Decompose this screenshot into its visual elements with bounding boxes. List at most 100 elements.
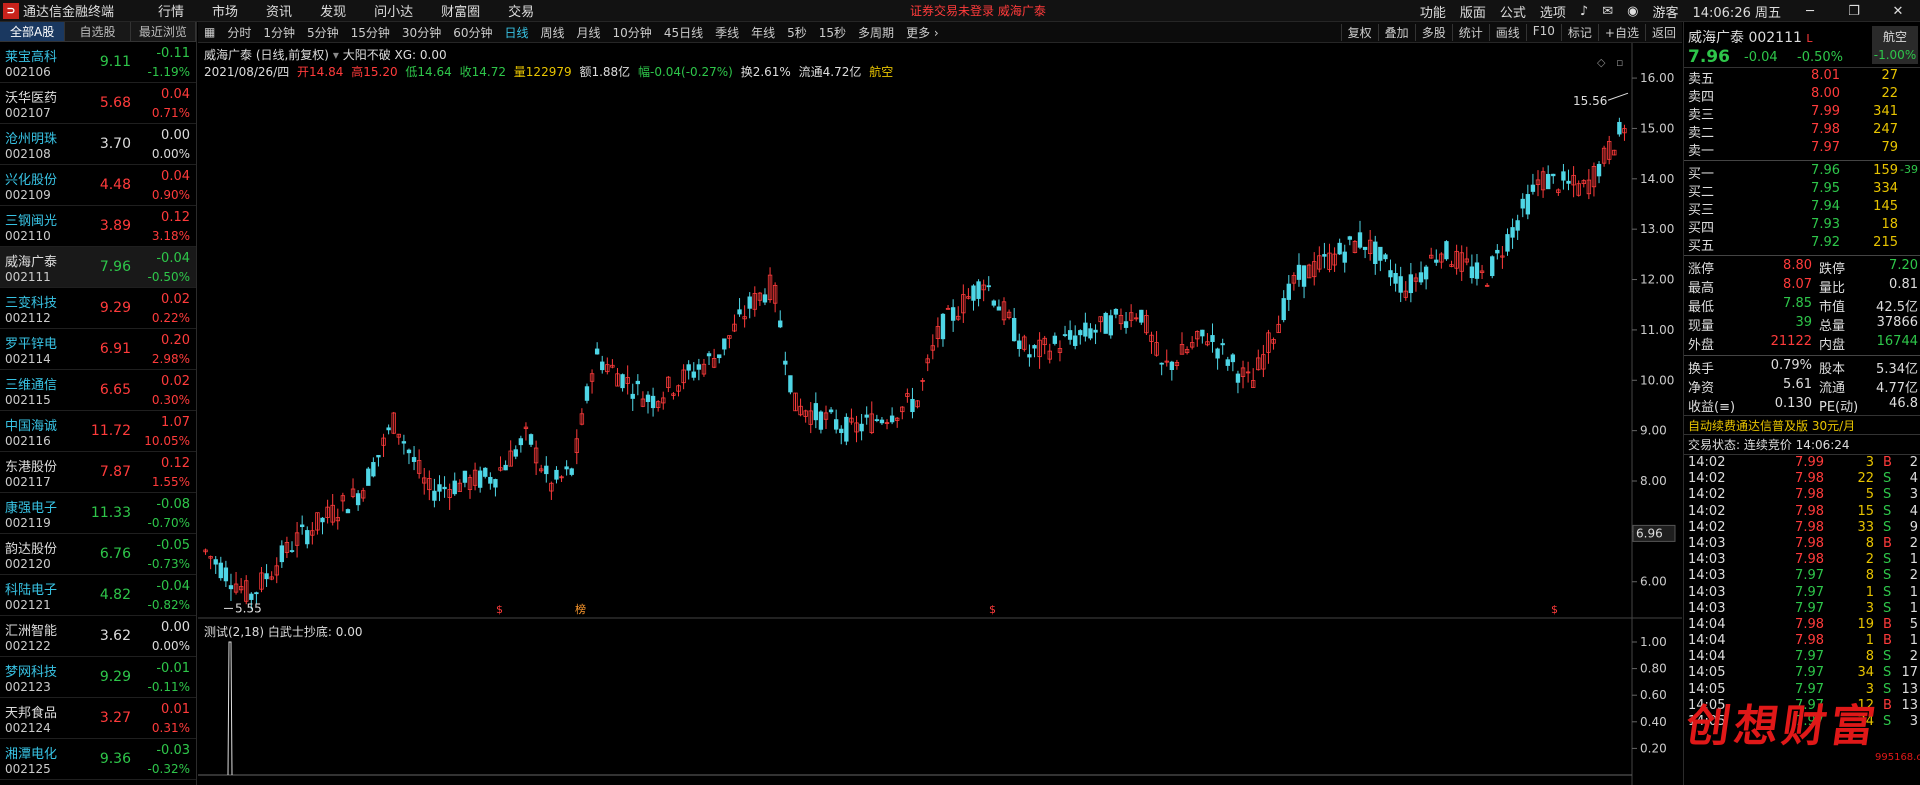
toolbar-btn-7[interactable]: +自选: [1597, 23, 1645, 41]
menu-ask[interactable]: 问小达: [374, 1, 413, 20]
period-6[interactable]: 日线: [498, 24, 534, 41]
stock-row[interactable]: 威海广泰 002111 7.96 -0.04 -0.50%: [0, 247, 196, 288]
period-9[interactable]: 10分钟: [607, 24, 658, 41]
menu-options[interactable]: 选项: [1540, 2, 1566, 21]
stock-change: -0.01: [156, 661, 190, 676]
tab-all-a-shares[interactable]: 全部A股: [0, 22, 66, 41]
stock-name: 梦网科技: [5, 665, 58, 680]
stock-name: 沃华医药: [5, 91, 58, 106]
guest-label[interactable]: 游客: [1652, 2, 1678, 21]
candle-body: [1052, 335, 1058, 344]
period-10[interactable]: 45日线: [658, 24, 709, 41]
bid-price: 7.96: [1811, 163, 1840, 178]
stock-row[interactable]: 天邦食品 002124 3.27 0.01 0.31%: [0, 698, 196, 739]
menu-wealth[interactable]: 财富圈: [441, 1, 480, 20]
ask-price: 7.98: [1811, 122, 1840, 137]
sub-y-tick-label: 0.40: [1640, 715, 1667, 729]
tab-recent[interactable]: 最近浏览: [130, 22, 196, 41]
stock-percent: 3.18%: [151, 229, 190, 243]
event-marker: $: [496, 603, 503, 616]
candle-body: [864, 414, 869, 418]
toolbar-btn-2[interactable]: 多股: [1414, 23, 1452, 41]
sector-tag[interactable]: 航空 -1.00%: [1872, 26, 1918, 64]
period-5[interactable]: 60分钟: [447, 24, 498, 41]
toolbar-btn-0[interactable]: 复权: [1340, 23, 1378, 41]
period-15[interactable]: 多周期: [852, 24, 900, 41]
minimize-icon[interactable]: ─: [1795, 4, 1825, 19]
stock-row[interactable]: 中国海诚 002116 11.72 1.07 10.05%: [0, 411, 196, 452]
menu-function[interactable]: 功能: [1420, 2, 1446, 21]
candle-body: [986, 285, 991, 288]
stat-label: 现量: [1688, 319, 1715, 334]
stock-row[interactable]: 韵达股份 002120 6.76 -0.05 -0.73%: [0, 534, 196, 575]
tick-price: 7.97: [1795, 584, 1824, 600]
candle-body: [483, 467, 488, 477]
stock-row[interactable]: 兴化股份 002109 4.48 0.04 0.90%: [0, 165, 196, 206]
close-icon[interactable]: ✕: [1883, 4, 1913, 19]
tab-watchlist[interactable]: 自选股: [65, 22, 131, 41]
stock-row[interactable]: 沃华医药 002107 5.68 0.04 0.71%: [0, 83, 196, 124]
period-2[interactable]: 5分钟: [301, 24, 345, 41]
candle-body: [1230, 354, 1236, 363]
stock-row[interactable]: 沧州明珠 002108 3.70 0.00 0.00%: [0, 124, 196, 165]
toolbar-btn-1[interactable]: 叠加: [1377, 23, 1415, 41]
tick-price: 7.98: [1795, 616, 1824, 632]
ad-banner[interactable]: 自动续费通达信普及版 30元/月: [1684, 415, 1920, 435]
candle-body: [1490, 256, 1495, 277]
period-14[interactable]: 15秒: [813, 24, 852, 41]
tick-count: 3: [1909, 487, 1918, 503]
bell-icon[interactable]: ♪: [1580, 4, 1588, 19]
toolbar-btn-3[interactable]: 统计: [1451, 23, 1489, 41]
stock-row[interactable]: 湘潭电化 002125 9.36 -0.03 -0.32%: [0, 739, 196, 780]
stock-row[interactable]: 三钢闽光 002110 3.89 0.12 3.18%: [0, 206, 196, 247]
period-13[interactable]: 5秒: [781, 24, 813, 41]
period-1[interactable]: 1分钟: [257, 24, 301, 41]
stock-row[interactable]: 三变科技 002112 9.29 0.02 0.22%: [0, 288, 196, 329]
stock-row[interactable]: 汇洲智能 002122 3.62 0.00 0.00%: [0, 616, 196, 657]
ask-label: 卖四: [1688, 90, 1715, 105]
y-tick-label: 12.00: [1640, 273, 1674, 287]
toolbar-btn-5[interactable]: F10: [1525, 23, 1561, 41]
tick-price: 7.98: [1795, 471, 1824, 487]
dropdown-icon[interactable]: ▾: [333, 48, 339, 62]
candle-body: [1393, 272, 1398, 284]
menu-trade[interactable]: 交易: [508, 1, 534, 20]
stock-row[interactable]: 梦网科技 002123 9.29 -0.01 -0.11%: [0, 657, 196, 698]
candle-body: [1108, 315, 1113, 336]
period-16[interactable]: 更多 ›: [900, 24, 945, 41]
stock-row[interactable]: 康强电子 002119 11.33 -0.08 -0.70%: [0, 493, 196, 534]
menu-layout[interactable]: 版面: [1460, 2, 1486, 21]
menu-quotes[interactable]: 行情: [158, 1, 184, 20]
period-7[interactable]: 周线: [535, 24, 571, 41]
menu-formula[interactable]: 公式: [1500, 2, 1526, 21]
menu-discover[interactable]: 发现: [320, 1, 346, 20]
maximize-icon[interactable]: ❐: [1839, 4, 1869, 19]
chart-panel: ▦ 分时 1分钟 5分钟 15分钟 30分钟 60分钟 日线 周线 月线 10分钟 45日线 季线 年线…: [198, 22, 1682, 785]
toolbar-btn-8[interactable]: 返回: [1644, 23, 1682, 41]
toolbar-btn-4[interactable]: 画线: [1488, 23, 1526, 41]
stock-row[interactable]: 三维通信 002115 6.65 0.02 0.30%: [0, 370, 196, 411]
stock-row[interactable]: 东港股份 002117 7.87 0.12 1.55%: [0, 452, 196, 493]
period-3[interactable]: 15分钟: [345, 24, 396, 41]
period-0[interactable]: 分时: [221, 24, 257, 41]
tick-volume: 8: [1865, 649, 1874, 665]
period-11[interactable]: 季线: [709, 24, 745, 41]
menu-market[interactable]: 市场: [212, 1, 238, 20]
user-icon[interactable]: ◉: [1627, 4, 1638, 19]
stock-row[interactable]: 罗平锌电 002114 6.91 0.20 2.98%: [0, 329, 196, 370]
login-warning[interactable]: 证券交易未登录 威海广泰: [910, 2, 1046, 19]
toolbar-btn-6[interactable]: 标记: [1560, 23, 1598, 41]
tick-list: 14:02 7.99 3 B 2 14:02 7.98 22 S 4 14:02 7.98 5 S 3 14:…: [1684, 455, 1920, 730]
menu-news[interactable]: 资讯: [266, 1, 292, 20]
mail-icon[interactable]: ✉: [1602, 4, 1613, 19]
period-12[interactable]: 年线: [745, 24, 781, 41]
stock-row[interactable]: 莱宝高科 002106 9.11 -0.11 -1.19%: [0, 42, 196, 83]
ask-row: 卖二 7.98 247: [1684, 122, 1920, 141]
grid-icon[interactable]: ▦: [198, 25, 221, 39]
bid-delta: -39: [1900, 163, 1918, 176]
stock-percent: 2.98%: [151, 352, 190, 366]
period-8[interactable]: 月线: [571, 24, 607, 41]
stock-row[interactable]: 科陆电子 002121 4.82 -0.04 -0.82%: [0, 575, 196, 616]
period-4[interactable]: 30分钟: [396, 24, 447, 41]
kline-chart[interactable]: 16.00 15.00 14.00 13.00 12.00 11.00 10.00 9.00 8…: [198, 43, 1682, 785]
